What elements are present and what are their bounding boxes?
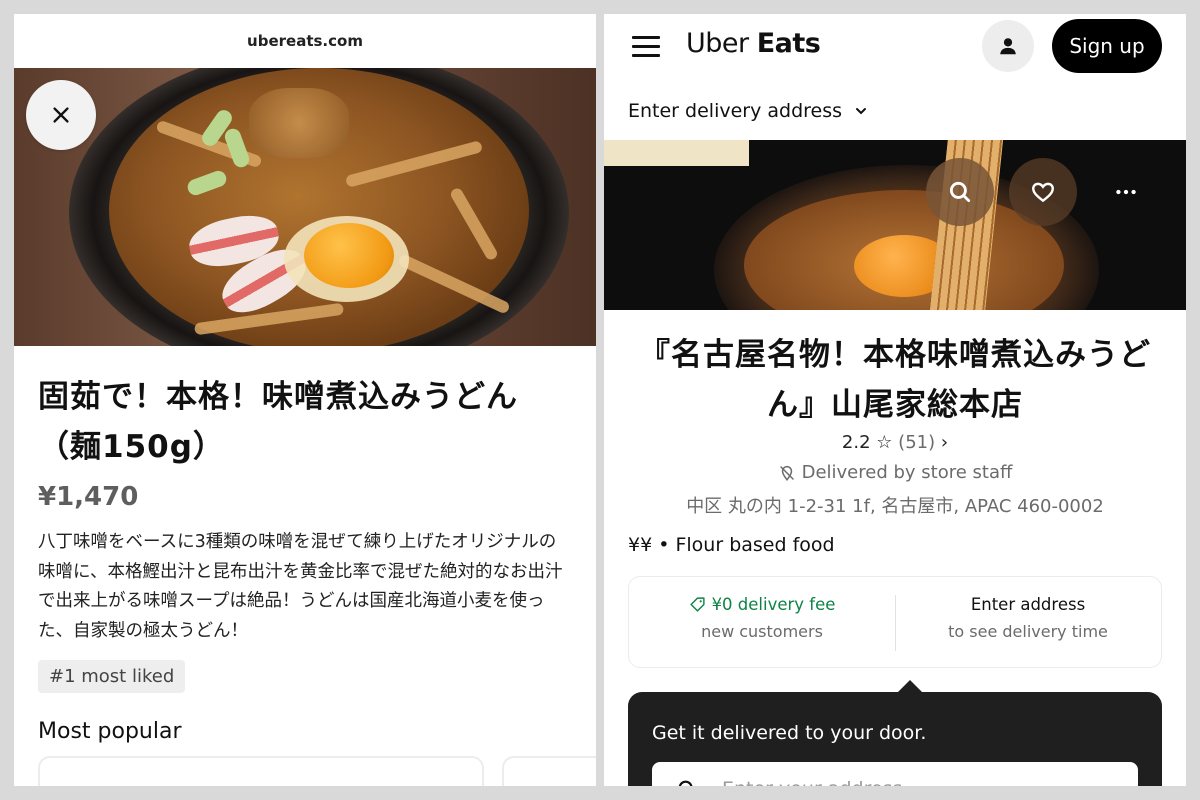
store-banner	[604, 140, 1186, 310]
user-icon	[1000, 38, 1016, 55]
rating-row[interactable]: 2.2 ☆ (51) ›	[604, 432, 1186, 453]
close-icon	[53, 107, 69, 123]
address-prompt-popover: Get it delivered to your door. Enter you…	[628, 680, 1162, 786]
hamburger-menu-icon[interactable]	[632, 36, 660, 58]
top-nav: Uber Eats Sign up	[604, 14, 1186, 78]
delivery-time-sub: to see delivery time	[948, 622, 1108, 641]
popular-item-card[interactable]	[502, 756, 596, 786]
store-tags: ¥¥ • Flour based food	[628, 534, 835, 556]
delivery-time-text: Enter address	[970, 595, 1086, 614]
item-detail-panel: ubereats.com 固茹で！本格！味噌煮込みうどん（麺150g） ¥1,4…	[14, 14, 596, 786]
delivery-fee-sub: new customers	[701, 622, 823, 641]
favorite-button[interactable]	[1009, 158, 1077, 226]
rating-count: (51)	[898, 432, 936, 453]
item-description: 八丁味噌をベースに3種類の味噌を混ぜて練り上げたオリジナルの味噌に、本格鰹出汁と…	[38, 532, 563, 641]
star-icon: ☆	[876, 432, 893, 453]
address-input[interactable]: Enter your address	[652, 762, 1138, 786]
more-icon	[1116, 189, 1136, 195]
close-button[interactable]	[26, 80, 96, 150]
user-button[interactable]	[982, 20, 1034, 72]
item-price: ¥1,470	[38, 482, 139, 512]
popover-text: Get it delivered to your door.	[652, 722, 927, 744]
most-popular-heading: Most popular	[38, 719, 182, 744]
heart-icon	[1032, 182, 1054, 203]
delivery-note-text: Delivered by store staff	[801, 462, 1013, 483]
delivery-note: Delivered by store staff	[604, 462, 1186, 483]
sign-up-button[interactable]: Sign up	[1052, 19, 1162, 73]
popular-item-card[interactable]	[38, 756, 484, 786]
most-liked-badge: #1 most liked	[38, 660, 186, 693]
delivery-address-label: Enter delivery address	[628, 100, 843, 122]
more-options-button[interactable]	[1092, 158, 1160, 226]
delivery-time-info[interactable]: Enter address to see delivery time	[895, 595, 1161, 641]
delivery-fee-info[interactable]: ¥0 delivery fee new customers	[629, 595, 895, 641]
url-bar[interactable]: ubereats.com	[14, 14, 596, 68]
search-icon	[949, 181, 971, 203]
restaurant-name: 『名古屋名物！本格味噌煮込みうどん』山尾家総本店	[639, 337, 1151, 423]
address-input-placeholder: Enter your address	[722, 778, 902, 786]
search-button[interactable]	[926, 158, 994, 226]
chevron-down-icon	[856, 108, 867, 115]
location-off-icon	[779, 465, 794, 481]
item-photo	[14, 68, 596, 346]
item-title: 固茹で！本格！味噌煮込みうどん（麺150g）	[38, 379, 518, 465]
chevron-right-icon: ›	[940, 432, 949, 453]
delivery-fee-text: ¥0 delivery fee	[711, 595, 836, 614]
search-icon	[678, 780, 693, 786]
store-panel: Uber Eats Sign up Enter delivery address	[604, 14, 1186, 786]
delivery-info-card: ¥0 delivery fee new customers Enter addr…	[628, 576, 1162, 668]
tag-icon	[689, 597, 705, 612]
uber-eats-logo[interactable]: Uber Eats	[686, 28, 821, 59]
store-address: 中区 丸の内 1-2-31 1f, 名古屋市, APAC 460-0002	[686, 496, 1104, 517]
delivery-address-selector[interactable]: Enter delivery address	[628, 100, 868, 122]
url-text: ubereats.com	[247, 32, 363, 50]
popular-items-row	[38, 756, 596, 786]
rating-value: 2.2	[841, 432, 871, 453]
